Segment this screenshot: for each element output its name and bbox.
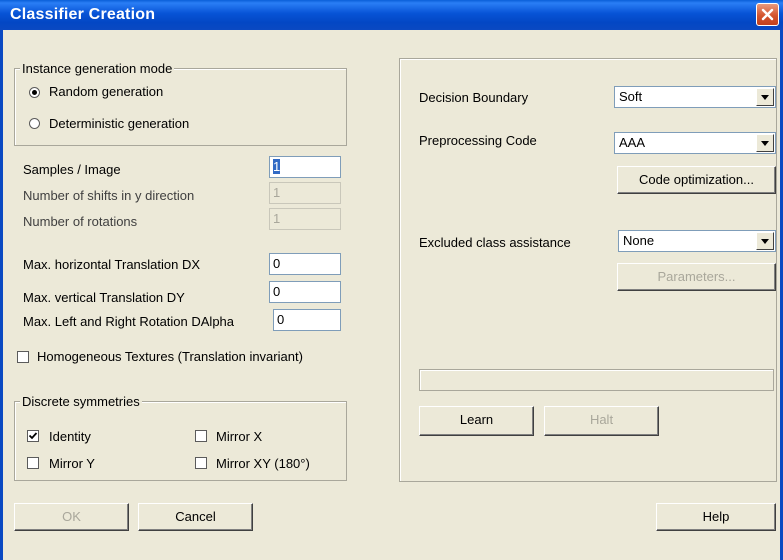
mirror-x-checkbox[interactable]	[195, 430, 207, 442]
decision-boundary-select[interactable]: Soft	[614, 86, 776, 108]
deterministic-generation-label: Deterministic generation	[49, 116, 190, 131]
deterministic-generation-radio[interactable]	[29, 118, 40, 129]
dalpha-input[interactable]: 0	[273, 309, 341, 331]
identity-checkbox[interactable]	[27, 430, 39, 442]
excluded-class-select[interactable]: None	[618, 230, 776, 252]
window-title: Classifier Creation	[10, 6, 156, 23]
preprocessing-code-value: AAA	[619, 135, 646, 150]
homogeneous-checkbox[interactable]	[17, 351, 29, 363]
halt-button[interactable]: Halt	[544, 406, 659, 436]
chevron-down-icon[interactable]	[756, 134, 774, 152]
instance-mode-group	[14, 68, 347, 146]
dy-input[interactable]: 0	[269, 281, 341, 303]
checkmark-icon	[28, 432, 38, 440]
instance-mode-legend: Instance generation mode	[20, 61, 175, 76]
preprocessing-code-label: Preprocessing Code	[419, 133, 537, 148]
parameters-button[interactable]: Parameters...	[617, 263, 776, 291]
shifts-input: 1	[269, 182, 341, 204]
dy-label: Max. vertical Translation DY	[23, 290, 185, 305]
rotations-input: 1	[269, 208, 341, 230]
mirror-y-checkbox[interactable]	[27, 457, 39, 469]
samples-input[interactable]: 1	[269, 156, 341, 178]
chevron-down-icon[interactable]	[756, 232, 774, 250]
symmetries-legend: Discrete symmetries	[20, 394, 142, 409]
mirror-y-label: Mirror Y	[49, 456, 95, 471]
learn-button[interactable]: Learn	[419, 406, 534, 436]
mirror-x-label: Mirror X	[216, 429, 263, 444]
homogeneous-label: Homogeneous Textures (Translation invari…	[37, 349, 303, 364]
dx-input[interactable]: 0	[269, 253, 341, 275]
help-button[interactable]: Help	[656, 503, 776, 531]
samples-label: Samples / Image	[23, 162, 121, 177]
preprocessing-code-select[interactable]: AAA	[614, 132, 776, 154]
excluded-class-label: Excluded class assistance	[419, 235, 571, 250]
ok-button[interactable]: OK	[14, 503, 129, 531]
mirror-xy-checkbox[interactable]	[195, 457, 207, 469]
shifts-label: Number of shifts in y direction	[23, 188, 195, 203]
code-optimization-button[interactable]: Code optimization...	[617, 166, 776, 194]
chevron-down-icon[interactable]	[756, 88, 774, 106]
close-button[interactable]	[756, 3, 779, 26]
cancel-button[interactable]: Cancel	[138, 503, 253, 531]
dalpha-label: Max. Left and Right Rotation DAlpha	[23, 314, 235, 329]
rotations-label: Number of rotations	[23, 214, 138, 229]
excluded-class-value: None	[623, 233, 655, 248]
decision-boundary-label: Decision Boundary	[419, 90, 529, 105]
random-generation-radio[interactable]	[29, 87, 40, 98]
close-icon	[761, 8, 774, 21]
identity-label: Identity	[49, 429, 91, 444]
random-generation-label: Random generation	[49, 84, 164, 99]
mirror-xy-label: Mirror XY (180°)	[216, 456, 310, 471]
dx-label: Max. horizontal Translation DX	[23, 257, 201, 272]
decision-boundary-value: Soft	[619, 89, 643, 104]
progress-bar	[419, 369, 774, 391]
